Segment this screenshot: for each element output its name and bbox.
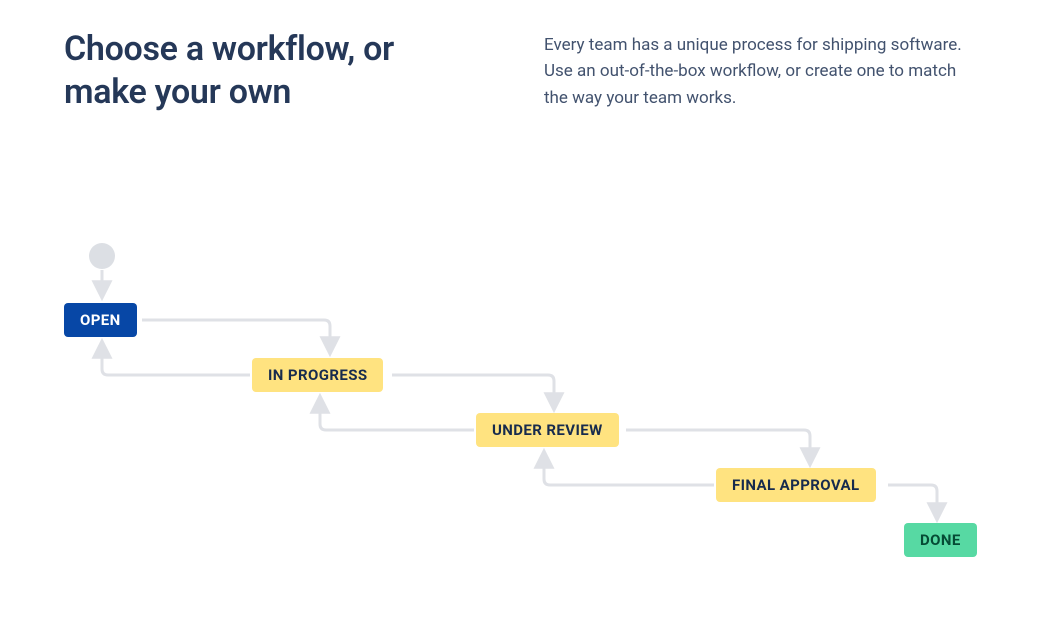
page-description: Every team has a unique process for ship… [544,28,976,113]
connector-lines [64,235,984,575]
node-label: IN PROGRESS [268,366,367,384]
start-dot-icon [89,243,115,269]
workflow-node-under-review: UNDER REVIEW [476,413,619,447]
workflow-node-done: DONE [904,523,977,557]
node-label: UNDER REVIEW [492,421,603,439]
page-heading: Choose a workflow, or make your own [64,28,484,113]
workflow-node-in-progress: IN PROGRESS [252,358,383,392]
workflow-diagram: OPEN IN PROGRESS UNDER REVIEW FINAL APPR… [64,235,984,575]
header-block: Choose a workflow, or make your own Ever… [0,0,1040,113]
workflow-node-final-approval: FINAL APPROVAL [716,468,876,502]
workflow-node-open: OPEN [64,303,137,337]
node-label: OPEN [80,311,121,329]
node-label: DONE [920,531,961,549]
node-label: FINAL APPROVAL [732,476,860,494]
